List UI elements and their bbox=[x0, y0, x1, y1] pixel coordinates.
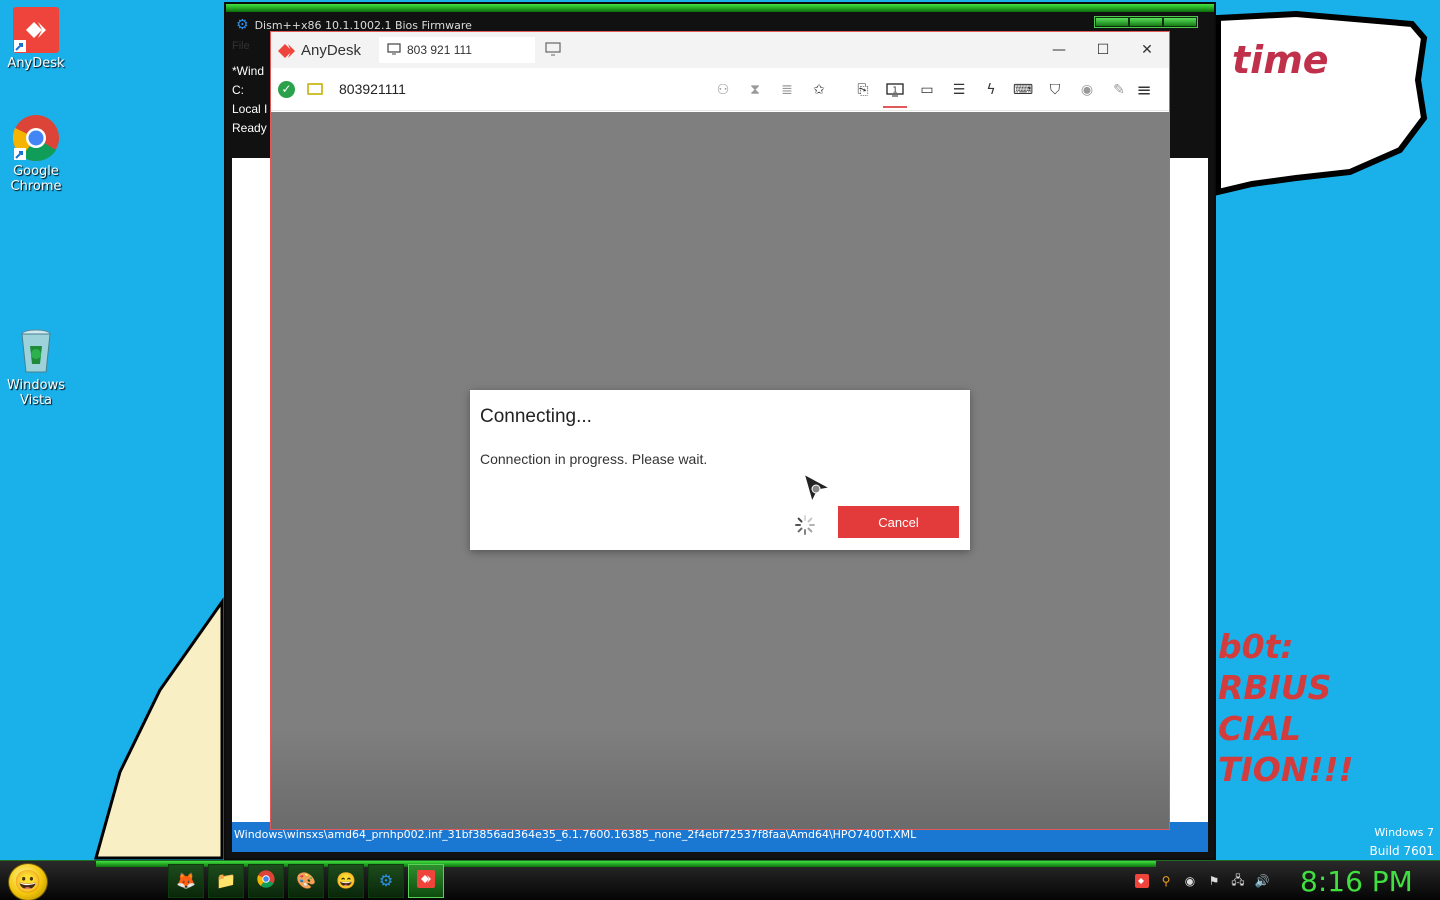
anydesk-tray-icon[interactable] bbox=[1134, 873, 1150, 889]
anydesk-logo: AnyDesk bbox=[271, 42, 377, 59]
permissions-icon[interactable]: ⛉ bbox=[1039, 74, 1071, 106]
dialog-message: Connection in progress. Please wait. bbox=[480, 451, 708, 467]
display-icon[interactable]: ▭ bbox=[911, 74, 943, 106]
anydesk-app-name: AnyDesk bbox=[301, 41, 362, 59]
taskbar-smiley[interactable]: 😄 bbox=[328, 864, 364, 898]
folder-icon: 📁 bbox=[216, 873, 236, 890]
file-transfer-icon[interactable]: ⎘ bbox=[847, 74, 879, 106]
desktop-icon-label: Google Chrome bbox=[10, 164, 62, 194]
chat-icon[interactable]: ☰ bbox=[943, 74, 975, 106]
wallpaper-text-line: TION!!! bbox=[1218, 750, 1354, 789]
taskbar-anydesk[interactable] bbox=[408, 864, 444, 898]
wallpaper-text-line: b0t: bbox=[1218, 627, 1294, 666]
volume-tray-icon[interactable]: 🔊 bbox=[1254, 873, 1270, 889]
busy-spinner-icon bbox=[794, 514, 816, 536]
connection-status-icon: ✓ bbox=[278, 80, 295, 98]
paint-icon: 🎨 bbox=[296, 873, 316, 890]
gears-icon: ⚙ bbox=[378, 873, 394, 890]
system-tray: ⚲ ◉ ⚑ 🖧 🔊 bbox=[1134, 871, 1270, 891]
dism-title-text: Dism++x86 10.1.1002.1 Bios Firmware bbox=[254, 18, 472, 32]
anydesk-window-controls: — ☐ ✕ bbox=[1037, 32, 1169, 68]
remote-address[interactable]: 803921111 bbox=[339, 81, 459, 97]
monitor-icon bbox=[387, 42, 401, 58]
taskbar-chrome[interactable] bbox=[248, 864, 284, 898]
monitor-1-icon[interactable]: 1 bbox=[879, 74, 911, 108]
dism-info-line: Ready bbox=[232, 121, 267, 135]
chrome-icon bbox=[12, 114, 60, 162]
start-button[interactable]: 😀 bbox=[8, 863, 48, 900]
recycle-bin-icon bbox=[12, 328, 60, 376]
chrome-icon bbox=[257, 869, 275, 893]
firefox-icon: 🦊 bbox=[176, 873, 196, 890]
dism-menu-file[interactable]: File bbox=[232, 40, 272, 58]
dism-info-panel: *Wind C: Local I Ready bbox=[232, 62, 272, 138]
svg-text:1: 1 bbox=[892, 85, 897, 94]
keyboard-icon[interactable]: ⌨ bbox=[1007, 74, 1039, 106]
desktop-icon-windows-vista[interactable]: Windows Vista bbox=[0, 328, 72, 408]
tab-remote-session[interactable]: 803 921 111 bbox=[379, 37, 535, 63]
desktop-icon-label: AnyDesk bbox=[7, 56, 65, 71]
desktop-icon-anydesk[interactable]: AnyDesk bbox=[0, 6, 72, 71]
taskbar-clock[interactable]: 8:16 PM bbox=[1300, 865, 1413, 898]
mouse-cursor-icon bbox=[802, 472, 834, 506]
desktop-icon-chrome[interactable]: Google Chrome bbox=[0, 114, 72, 194]
taskbar-dism[interactable]: ⚙ bbox=[368, 864, 404, 898]
network-tray-icon[interactable]: 🖧 bbox=[1230, 873, 1246, 889]
new-tab-button[interactable] bbox=[543, 40, 563, 60]
favorite-icon[interactable]: ✩ bbox=[803, 74, 835, 106]
dism-minimize-button[interactable] bbox=[1096, 18, 1128, 26]
wallpaper-text-line: RBIUS bbox=[1218, 668, 1332, 707]
smiley-icon: 😄 bbox=[336, 873, 356, 890]
database-icon[interactable]: ≣ bbox=[771, 74, 803, 106]
taskbar-paint[interactable]: 🎨 bbox=[288, 864, 324, 898]
hourglass-icon[interactable]: ⧗ bbox=[739, 74, 771, 106]
desktop-icon-label: Windows Vista bbox=[6, 378, 66, 408]
actions-icon[interactable]: ϟ bbox=[975, 74, 1007, 106]
record-icon[interactable]: ◉ bbox=[1071, 74, 1103, 106]
anydesk-titlebar[interactable]: AnyDesk 803 921 111 — ☐ ✕ bbox=[271, 32, 1169, 68]
close-button[interactable]: ✕ bbox=[1125, 32, 1169, 68]
gears-icon: ⚙ bbox=[236, 17, 249, 33]
remote-desk-icon bbox=[307, 83, 323, 95]
incognito-icon[interactable]: ⚇ bbox=[707, 74, 739, 106]
maximize-button[interactable]: ☐ bbox=[1081, 32, 1125, 68]
help-tray-icon[interactable]: ◉ bbox=[1182, 873, 1198, 889]
minimize-button[interactable]: — bbox=[1037, 32, 1081, 68]
anydesk-icon bbox=[12, 6, 60, 54]
search-tray-icon[interactable]: ⚲ bbox=[1158, 873, 1174, 889]
dialog-title: Connecting... bbox=[480, 406, 592, 427]
hamburger-menu-icon[interactable]: ≡ bbox=[1129, 75, 1159, 105]
connecting-dialog: Connecting... Connection in progress. Pl… bbox=[470, 390, 970, 550]
wallpaper-bubble-text: time bbox=[1232, 38, 1329, 82]
dism-info-line: Local I bbox=[232, 102, 268, 116]
dism-top-stripe bbox=[226, 4, 1214, 12]
flag-tray-icon[interactable]: ⚑ bbox=[1206, 873, 1222, 889]
dism-info-line: *Wind bbox=[232, 64, 265, 78]
smiley-start-icon: 😀 bbox=[14, 869, 42, 894]
session-tools: ⚇ ⧗ ≣ ✩ ⎘ 1 ▭ ☰ ϟ ⌨ ⛉ ◉ ✎ bbox=[707, 68, 1135, 111]
os-watermark-version: Windows 7 bbox=[1374, 826, 1434, 839]
taskbar: 😀 🦊 📁 🎨 😄 ⚙ ⚲ ◉ ⚑ 🖧 🔊 8:16 PM bbox=[0, 860, 1440, 900]
dism-maximize-button[interactable] bbox=[1130, 18, 1162, 26]
new-session-icon bbox=[545, 41, 561, 59]
dism-window-controls[interactable] bbox=[1094, 16, 1198, 28]
taskbar-explorer[interactable]: 📁 bbox=[208, 864, 244, 898]
anydesk-toolbar: ✓ 803921111 ⚇ ⧗ ≣ ✩ ⎘ 1 ▭ ☰ ϟ ⌨ ⛉ ◉ ✎ ≡ bbox=[271, 68, 1169, 111]
anydesk-logo-icon bbox=[278, 42, 295, 59]
taskbar-items: 🦊 📁 🎨 😄 ⚙ bbox=[168, 864, 444, 900]
anydesk-icon bbox=[417, 869, 435, 893]
dism-close-button[interactable] bbox=[1164, 18, 1196, 26]
tab-label: 803 921 111 bbox=[407, 43, 472, 57]
taskbar-firefox[interactable]: 🦊 bbox=[168, 864, 204, 898]
wallpaper-text-line: CIAL bbox=[1218, 709, 1302, 748]
cancel-button[interactable]: Cancel bbox=[838, 506, 959, 538]
os-watermark-build: Build 7601 bbox=[1369, 844, 1434, 858]
dism-info-line: C: bbox=[232, 83, 244, 97]
